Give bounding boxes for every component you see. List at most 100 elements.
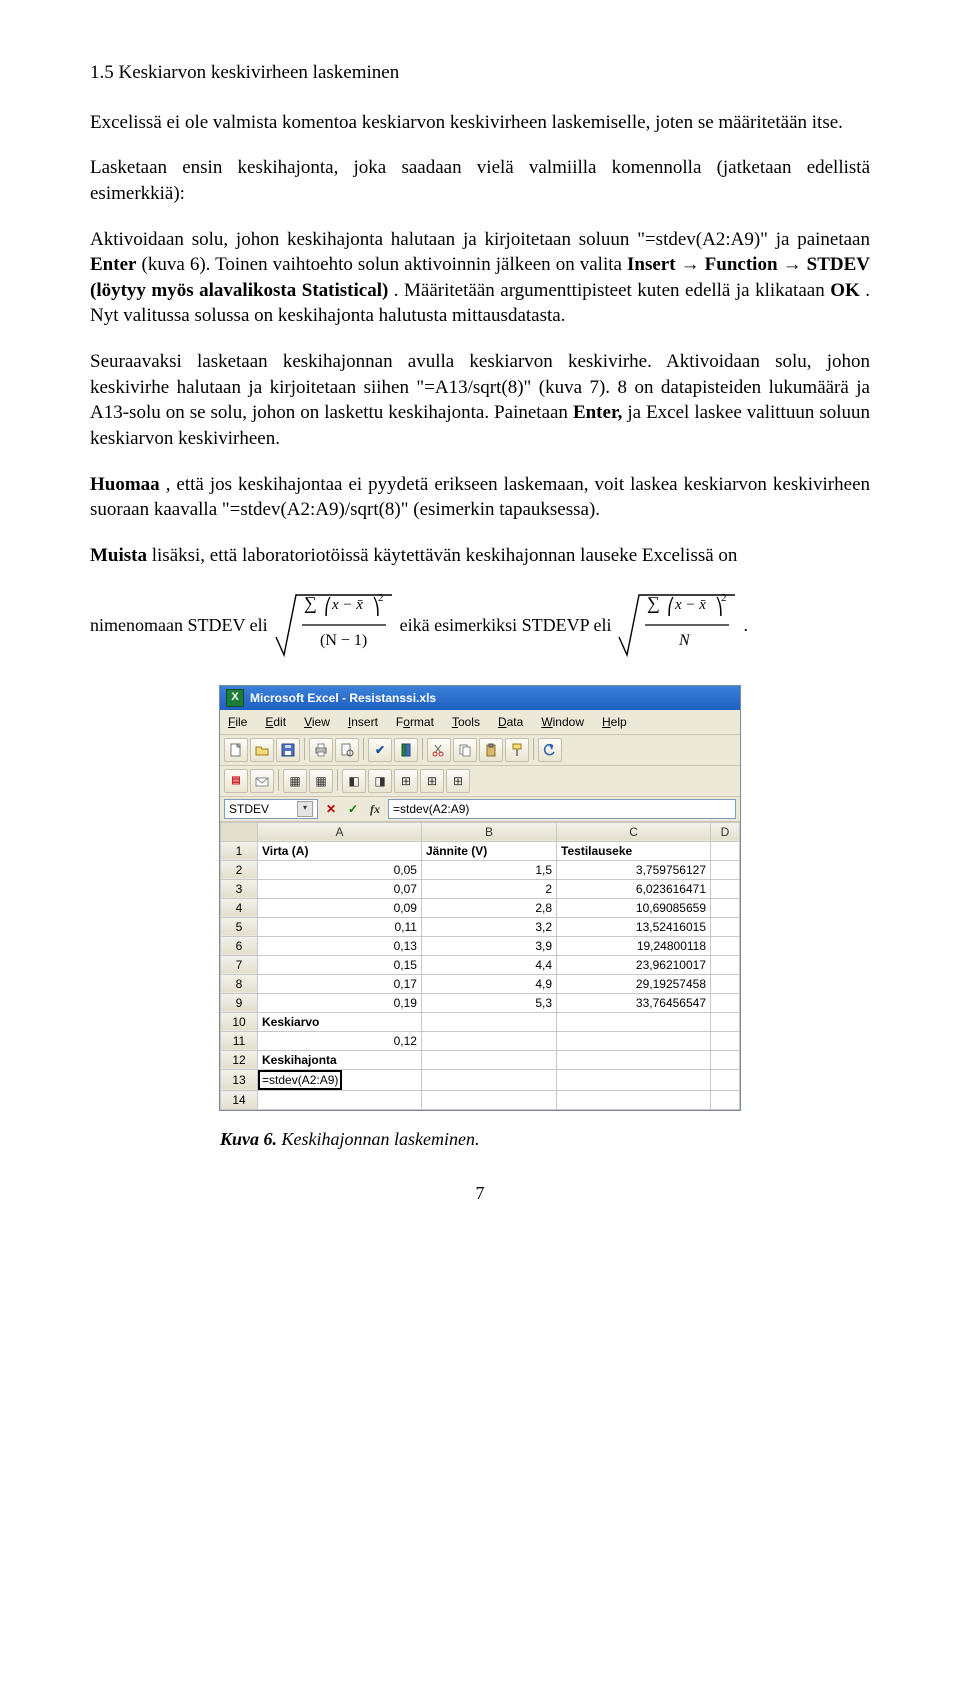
cell[interactable]: Keskiarvo: [258, 1012, 422, 1031]
col-header-a[interactable]: A: [258, 822, 422, 841]
name-box-dropdown-icon[interactable]: ▾: [297, 801, 313, 817]
excel-grid[interactable]: A B C D 1 Virta (A) Jännite (V) Testilau…: [220, 822, 740, 1110]
cell[interactable]: Jännite (V): [421, 841, 556, 860]
formula-enter-button[interactable]: ✓: [344, 800, 362, 818]
cell[interactable]: [711, 1069, 740, 1090]
cell[interactable]: [557, 1031, 711, 1050]
cell[interactable]: [557, 1069, 711, 1090]
cell[interactable]: 0,15: [258, 955, 422, 974]
cell[interactable]: [711, 974, 740, 993]
tool-button-1[interactable]: ▦: [283, 769, 307, 793]
paste-button[interactable]: [479, 738, 503, 762]
cell[interactable]: [711, 1050, 740, 1069]
row-header[interactable]: 11: [221, 1031, 258, 1050]
cell[interactable]: [711, 936, 740, 955]
menu-file[interactable]: File: [224, 712, 251, 732]
cell[interactable]: [711, 879, 740, 898]
cell[interactable]: [421, 1050, 556, 1069]
editing-cell[interactable]: =stdev(A2:A9): [258, 1069, 422, 1090]
row-header[interactable]: 13: [221, 1069, 258, 1090]
formula-cancel-button[interactable]: ✕: [322, 800, 340, 818]
cell[interactable]: 33,76456547: [557, 993, 711, 1012]
cell[interactable]: 0,19: [258, 993, 422, 1012]
spellcheck-button[interactable]: ✔: [368, 738, 392, 762]
research-button[interactable]: [394, 738, 418, 762]
cell[interactable]: [421, 1091, 556, 1110]
cell[interactable]: 0,07: [258, 879, 422, 898]
row-header[interactable]: 2: [221, 860, 258, 879]
cell[interactable]: 2,8: [421, 898, 556, 917]
cell[interactable]: 0,13: [258, 936, 422, 955]
tool-button-3[interactable]: ◧: [342, 769, 366, 793]
print-preview-button[interactable]: [335, 738, 359, 762]
cell[interactable]: 10,69085659: [557, 898, 711, 917]
menu-format[interactable]: Format: [392, 712, 438, 732]
save-button[interactable]: [276, 738, 300, 762]
cell[interactable]: 3,2: [421, 917, 556, 936]
menu-view[interactable]: View: [300, 712, 334, 732]
menu-insert[interactable]: Insert: [344, 712, 382, 732]
cell[interactable]: 13,52416015: [557, 917, 711, 936]
cut-button[interactable]: [427, 738, 451, 762]
cell[interactable]: 0,12: [258, 1031, 422, 1050]
cell[interactable]: [711, 1091, 740, 1110]
select-all-corner[interactable]: [221, 822, 258, 841]
name-box[interactable]: STDEV ▾: [224, 799, 318, 819]
cell[interactable]: [711, 993, 740, 1012]
row-header[interactable]: 6: [221, 936, 258, 955]
col-header-c[interactable]: C: [557, 822, 711, 841]
row-header[interactable]: 7: [221, 955, 258, 974]
row-header[interactable]: 3: [221, 879, 258, 898]
col-header-d[interactable]: D: [711, 822, 740, 841]
cell[interactable]: 0,17: [258, 974, 422, 993]
row-header[interactable]: 12: [221, 1050, 258, 1069]
cell[interactable]: [557, 1012, 711, 1031]
pdf-mail-button[interactable]: [250, 769, 274, 793]
formula-input[interactable]: =stdev(A2:A9): [388, 799, 736, 819]
menu-tools[interactable]: Tools: [448, 712, 484, 732]
menu-data[interactable]: Data: [494, 712, 527, 732]
print-button[interactable]: [309, 738, 333, 762]
cell[interactable]: 3,9: [421, 936, 556, 955]
menu-edit[interactable]: Edit: [261, 712, 290, 732]
cell[interactable]: 0,09: [258, 898, 422, 917]
cell[interactable]: [711, 917, 740, 936]
row-header[interactable]: 4: [221, 898, 258, 917]
cell[interactable]: [421, 1069, 556, 1090]
row-header[interactable]: 1: [221, 841, 258, 860]
tool-button-2[interactable]: ▦: [309, 769, 333, 793]
cell[interactable]: [711, 860, 740, 879]
tool-button-5[interactable]: ⊞: [394, 769, 418, 793]
new-doc-button[interactable]: [224, 738, 248, 762]
cell[interactable]: 23,96210017: [557, 955, 711, 974]
cell[interactable]: [557, 1091, 711, 1110]
cell[interactable]: [711, 955, 740, 974]
row-header[interactable]: 14: [221, 1091, 258, 1110]
cell[interactable]: 0,11: [258, 917, 422, 936]
pdf-button[interactable]: ▤: [224, 769, 248, 793]
cell[interactable]: [421, 1031, 556, 1050]
cell[interactable]: 19,24800118: [557, 936, 711, 955]
cell[interactable]: [711, 1031, 740, 1050]
cell[interactable]: [258, 1091, 422, 1110]
cell[interactable]: Keskihajonta: [258, 1050, 422, 1069]
cell[interactable]: Virta (A): [258, 841, 422, 860]
cell[interactable]: 2: [421, 879, 556, 898]
format-painter-button[interactable]: [505, 738, 529, 762]
undo-button[interactable]: [538, 738, 562, 762]
row-header[interactable]: 10: [221, 1012, 258, 1031]
menu-help[interactable]: Help: [598, 712, 631, 732]
tool-button-7[interactable]: ⊞: [446, 769, 470, 793]
copy-button[interactable]: [453, 738, 477, 762]
row-header[interactable]: 5: [221, 917, 258, 936]
cell[interactable]: 1,5: [421, 860, 556, 879]
cell[interactable]: [421, 1012, 556, 1031]
cell[interactable]: [711, 1012, 740, 1031]
row-header[interactable]: 8: [221, 974, 258, 993]
cell[interactable]: 0,05: [258, 860, 422, 879]
tool-button-6[interactable]: ⊞: [420, 769, 444, 793]
col-header-b[interactable]: B: [421, 822, 556, 841]
cell[interactable]: 29,19257458: [557, 974, 711, 993]
cell[interactable]: 3,759756127: [557, 860, 711, 879]
fx-button[interactable]: fx: [366, 800, 384, 818]
